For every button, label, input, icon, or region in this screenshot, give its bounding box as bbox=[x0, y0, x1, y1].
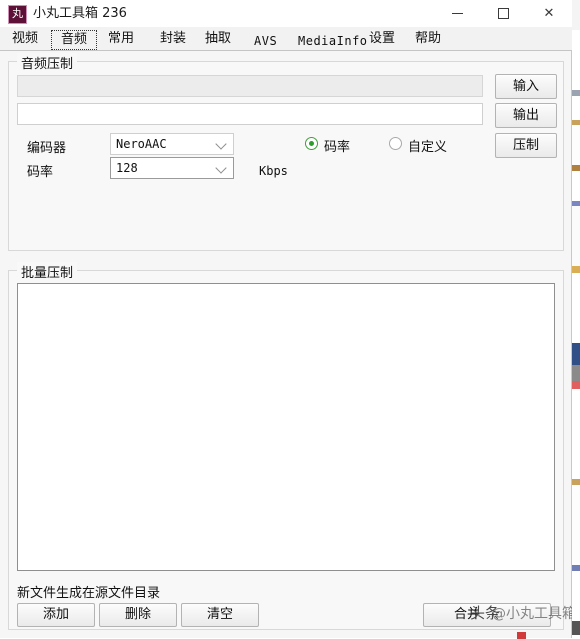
tab-bar: 视频 音频 常用 封装 抽取 AVS MediaInfo 设置 帮助 bbox=[0, 27, 572, 51]
minimize-button[interactable] bbox=[434, 0, 480, 27]
tab-mux[interactable]: 封装 bbox=[154, 29, 192, 49]
bitrate-select[interactable]: 128 bbox=[110, 157, 234, 179]
maximize-icon bbox=[497, 8, 509, 19]
minimize-icon bbox=[451, 13, 463, 14]
maximize-button[interactable] bbox=[480, 0, 526, 27]
bitrate-unit-label: Kbps bbox=[259, 164, 288, 178]
radio-mode-bitrate-label: 码率 bbox=[324, 140, 351, 155]
radio-dot-icon bbox=[305, 137, 318, 150]
encoder-value: NeroAAC bbox=[116, 137, 167, 151]
tab-extract[interactable]: 抽取 bbox=[199, 29, 237, 49]
chevron-down-icon bbox=[217, 164, 226, 173]
input-button[interactable]: 输入 bbox=[495, 74, 557, 99]
background-window-sliver bbox=[572, 0, 580, 638]
encoder-label: 编码器 bbox=[27, 141, 67, 156]
batch-note-label: 新文件生成在源文件目录 bbox=[17, 586, 161, 601]
tab-mediainfo[interactable]: MediaInfo bbox=[292, 31, 374, 51]
audio-group-title: 音频压制 bbox=[17, 53, 78, 72]
tab-settings[interactable]: 设置 bbox=[363, 29, 401, 49]
output-button[interactable]: 输出 bbox=[495, 103, 557, 128]
tab-video[interactable]: 视频 bbox=[6, 29, 44, 49]
batch-group-title: 批量压制 bbox=[17, 262, 78, 281]
audio-compress-group: 音频压制 输入 输出 压制 编码器 NeroAAC 码率 128 Kbps 码率… bbox=[8, 53, 564, 251]
source-file-input[interactable] bbox=[17, 75, 483, 97]
bitrate-label: 码率 bbox=[27, 165, 54, 180]
tab-audio[interactable]: 音频 bbox=[51, 30, 98, 50]
radio-mode-custom-label: 自定义 bbox=[408, 140, 448, 155]
batch-compress-group: 批量压制 新文件生成在源文件目录 添加 删除 清空 合并 bbox=[8, 262, 564, 630]
tab-avs[interactable]: AVS bbox=[248, 31, 283, 51]
chevron-down-icon bbox=[217, 140, 226, 149]
bitrate-value: 128 bbox=[116, 161, 138, 175]
tab-common[interactable]: 常用 bbox=[102, 29, 140, 49]
encode-button[interactable]: 压制 bbox=[495, 133, 557, 158]
tab-help[interactable]: 帮助 bbox=[409, 29, 447, 49]
title-bar: 丸 小丸工具箱 236 ✕ bbox=[0, 0, 572, 28]
window-title: 小丸工具箱 236 bbox=[33, 6, 127, 21]
close-button[interactable]: ✕ bbox=[526, 0, 572, 27]
encoder-select[interactable]: NeroAAC bbox=[110, 133, 234, 155]
application-window: 丸 小丸工具箱 236 ✕ 视频 音频 常用 封装 抽取 AVS MediaIn… bbox=[0, 0, 576, 639]
output-file-input[interactable] bbox=[17, 103, 483, 125]
add-button[interactable]: 添加 bbox=[17, 603, 95, 627]
clear-button[interactable]: 清空 bbox=[181, 603, 259, 627]
radio-dot-icon bbox=[389, 137, 402, 150]
app-icon: 丸 bbox=[8, 5, 27, 24]
batch-file-list[interactable] bbox=[17, 283, 555, 571]
delete-button[interactable]: 删除 bbox=[99, 603, 177, 627]
merge-button[interactable]: 合并 bbox=[423, 603, 551, 627]
